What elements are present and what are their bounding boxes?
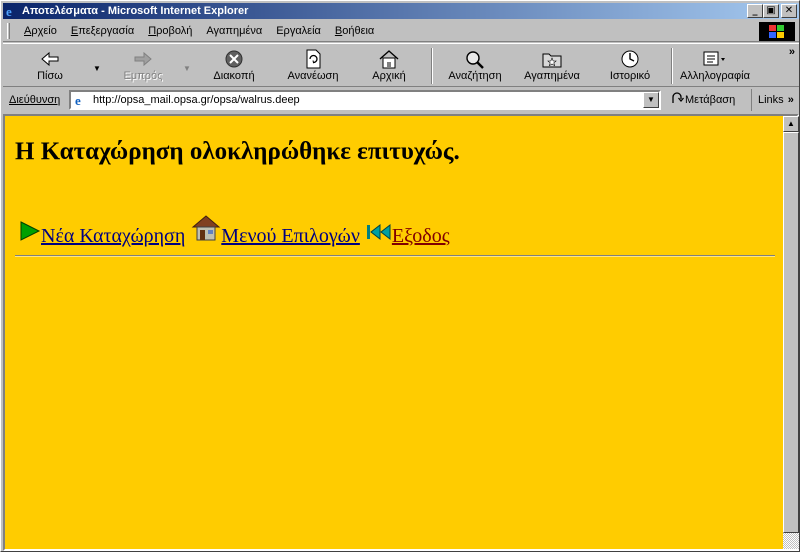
address-url: http://opsa_mail.opsa.gr/opsa/walrus.dee…: [93, 94, 300, 106]
forward-button[interactable]: Εμπρός: [111, 48, 175, 86]
menu-file[interactable]: Αρχείο: [24, 25, 57, 37]
forward-arrow-icon: [111, 48, 175, 70]
new-entry-link-group[interactable]: Νέα Καταχώρηση: [19, 220, 185, 248]
address-input[interactable]: e http://opsa_mail.opsa.gr/opsa/walrus.d…: [69, 90, 661, 110]
maximize-button[interactable]: ▣: [763, 4, 779, 18]
menu-view[interactable]: Προβολή: [148, 25, 192, 37]
title-bar: e Αποτελέσματα - Microsoft Internet Expl…: [3, 3, 799, 19]
history-icon: [601, 48, 659, 70]
page-heading: Η Καταχώρηση ολοκληρώθηκε επιτυχώς.: [15, 138, 460, 165]
browser-window: e Αποτελέσματα - Microsoft Internet Expl…: [0, 0, 800, 552]
mail-button[interactable]: Αλληλογραφία: [677, 48, 753, 86]
house-icon[interactable]: [191, 212, 221, 248]
page-icon: e: [73, 93, 89, 108]
mail-icon: [677, 48, 753, 70]
close-button[interactable]: ✕: [781, 4, 797, 18]
exit-link[interactable]: Εξοδος: [392, 225, 450, 248]
page-navigation: Νέα Καταχώρηση Μενού Επιλογών Εξοδος: [19, 212, 456, 248]
back-dropdown-icon[interactable]: ▼: [93, 64, 101, 73]
svg-text:e: e: [75, 93, 81, 107]
page-content: Η Καταχώρηση ολοκληρώθηκε επιτυχώς. Νέα …: [5, 116, 783, 549]
menu-bar: Αρχείο Επεξεργασία Προβολή Αγαπημένα Εργ…: [3, 21, 799, 42]
scroll-up-icon[interactable]: ▲: [783, 116, 799, 132]
window-title: Αποτελέσματα - Microsoft Internet Explor…: [22, 5, 249, 17]
exit-link-group[interactable]: Εξοδος: [366, 222, 450, 248]
address-dropdown-icon[interactable]: ▼: [643, 92, 659, 108]
refresh-button[interactable]: Ανανέωση: [281, 48, 345, 86]
toolbar-separator: [671, 48, 673, 84]
refresh-icon: [281, 48, 345, 70]
favorites-icon: [517, 48, 587, 70]
go-button[interactable]: Μετάβαση: [671, 91, 735, 108]
content-frame: Η Καταχώρηση ολοκληρώθηκε επιτυχώς. Νέα …: [3, 114, 799, 551]
windows-logo-icon: [759, 22, 795, 41]
stop-button[interactable]: Διακοπή: [203, 48, 265, 86]
home-button[interactable]: Αρχική: [361, 48, 417, 86]
toolbar-separator: [431, 48, 433, 84]
svg-text:e: e: [6, 4, 12, 18]
options-menu-link-group[interactable]: Μενού Επιλογών: [191, 212, 360, 248]
history-button[interactable]: Ιστορικό: [601, 48, 659, 86]
forward-dropdown-icon[interactable]: ▼: [183, 64, 191, 73]
ie-logo-icon: e: [5, 4, 19, 18]
links-bar[interactable]: Links »: [751, 89, 794, 111]
search-button[interactable]: Αναζήτηση: [441, 48, 509, 86]
vertical-scrollbar[interactable]: ▲: [783, 116, 799, 549]
menu-help[interactable]: Βοήθεια: [335, 25, 374, 37]
home-icon: [361, 48, 417, 70]
favorites-button[interactable]: Αγαπημένα: [517, 48, 587, 86]
options-menu-link[interactable]: Μενού Επιλογών: [221, 225, 360, 248]
rewind-icon[interactable]: [366, 222, 392, 248]
menu-tools[interactable]: Εργαλεία: [276, 25, 321, 37]
green-arrow-icon[interactable]: [19, 220, 41, 248]
stop-icon: [203, 48, 265, 70]
minimize-button[interactable]: _: [747, 4, 763, 18]
links-more-icon[interactable]: »: [788, 94, 794, 106]
toolbar-more-icon[interactable]: »: [789, 46, 795, 58]
search-icon: [441, 48, 509, 70]
scrollbar-thumb[interactable]: [783, 132, 799, 533]
new-entry-link[interactable]: Νέα Καταχώρηση: [41, 225, 185, 248]
standard-toolbar: Πίσω ▼ Εμπρός ▼ Διακοπή Ανανέωση Αρχική …: [3, 43, 799, 87]
horizontal-rule: [15, 255, 775, 257]
menu-grip[interactable]: [7, 23, 10, 39]
menu-edit[interactable]: Επεξεργασία: [71, 25, 134, 37]
back-arrow-icon: [21, 48, 79, 70]
go-arrow-icon: [671, 91, 685, 108]
menu-favorites[interactable]: Αγαπημένα: [206, 25, 262, 37]
back-button[interactable]: Πίσω: [21, 48, 79, 86]
address-bar: Διεύθυνση e http://opsa_mail.opsa.gr/ops…: [3, 89, 799, 111]
address-label: Διεύθυνση: [9, 94, 61, 106]
